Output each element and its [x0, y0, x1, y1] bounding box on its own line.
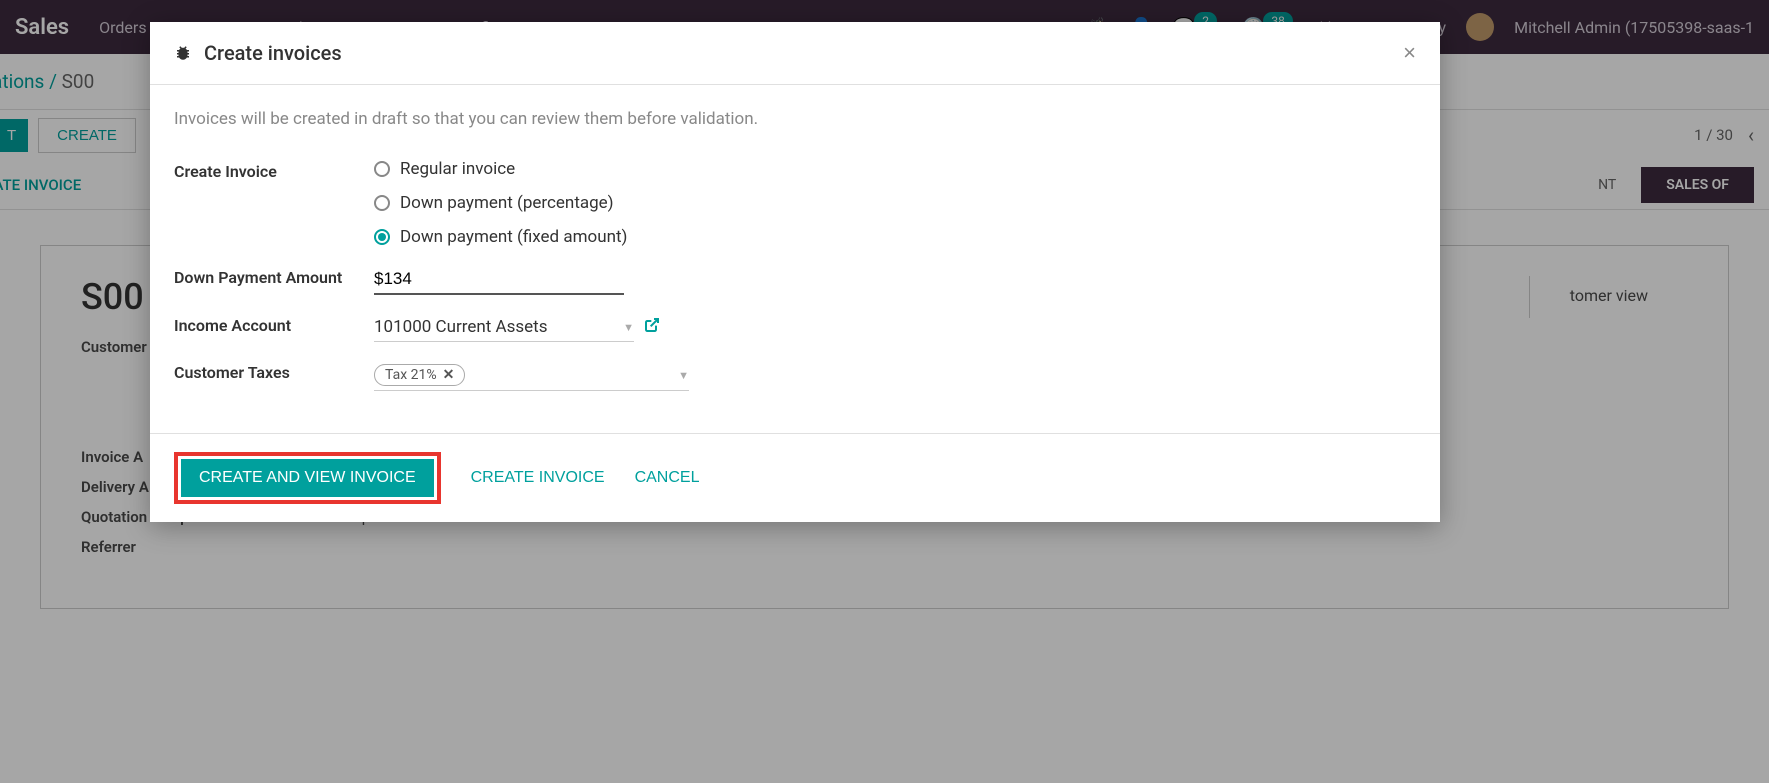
radio-circle-icon: [374, 195, 390, 211]
bug-icon[interactable]: [174, 44, 192, 62]
down-payment-input[interactable]: [374, 265, 624, 295]
income-account-label: Income Account: [174, 313, 374, 335]
create-and-view-invoice-button[interactable]: CREATE AND VIEW INVOICE: [181, 459, 434, 497]
modal-close-button[interactable]: ×: [1403, 40, 1416, 66]
customer-taxes-row: Customer Taxes Tax 21% ✕ ▼: [174, 360, 1416, 391]
chevron-down-icon: ▼: [623, 321, 634, 334]
customer-taxes-select[interactable]: Tax 21% ✕ ▼: [374, 360, 689, 391]
modal-info-text: Invoices will be created in draft so tha…: [174, 109, 1416, 129]
customer-taxes-field: Tax 21% ✕ ▼: [374, 360, 1416, 391]
cancel-button[interactable]: CANCEL: [635, 469, 700, 487]
down-payment-amount-row: Down Payment Amount: [174, 265, 1416, 295]
radio-regular-invoice[interactable]: Regular invoice: [374, 159, 1416, 179]
down-payment-label: Down Payment Amount: [174, 265, 374, 287]
customer-taxes-label: Customer Taxes: [174, 360, 374, 382]
modal-title: Create invoices: [204, 41, 342, 65]
down-payment-field: [374, 265, 1416, 295]
highlighted-button: CREATE AND VIEW INVOICE: [174, 452, 441, 504]
chevron-down-icon: ▼: [678, 369, 689, 382]
modal-footer: CREATE AND VIEW INVOICE CREATE INVOICE C…: [150, 433, 1440, 522]
radio-down-payment-fixed[interactable]: Down payment (fixed amount): [374, 227, 1416, 247]
radio-down-payment-percentage[interactable]: Down payment (percentage): [374, 193, 1416, 213]
radio-circle-icon: [374, 161, 390, 177]
tag-remove-icon[interactable]: ✕: [443, 367, 455, 383]
create-invoice-button[interactable]: CREATE INVOICE: [471, 469, 605, 487]
create-invoice-label: Create Invoice: [174, 159, 374, 181]
income-account-select[interactable]: 101000 Current Assets ▼: [374, 313, 634, 342]
modal-body: Invoices will be created in draft so tha…: [150, 85, 1440, 433]
external-link-icon[interactable]: [644, 317, 660, 338]
create-invoice-row: Create Invoice Regular invoice Down paym…: [174, 159, 1416, 247]
tax-tag: Tax 21% ✕: [374, 364, 465, 386]
invoice-type-radio-group: Regular invoice Down payment (percentage…: [374, 159, 1416, 247]
modal-header: Create invoices ×: [150, 22, 1440, 85]
income-account-row: Income Account 101000 Current Assets ▼: [174, 313, 1416, 342]
income-account-field: 101000 Current Assets ▼: [374, 313, 1416, 342]
create-invoices-modal: Create invoices × Invoices will be creat…: [150, 22, 1440, 522]
radio-circle-selected-icon: [374, 229, 390, 245]
